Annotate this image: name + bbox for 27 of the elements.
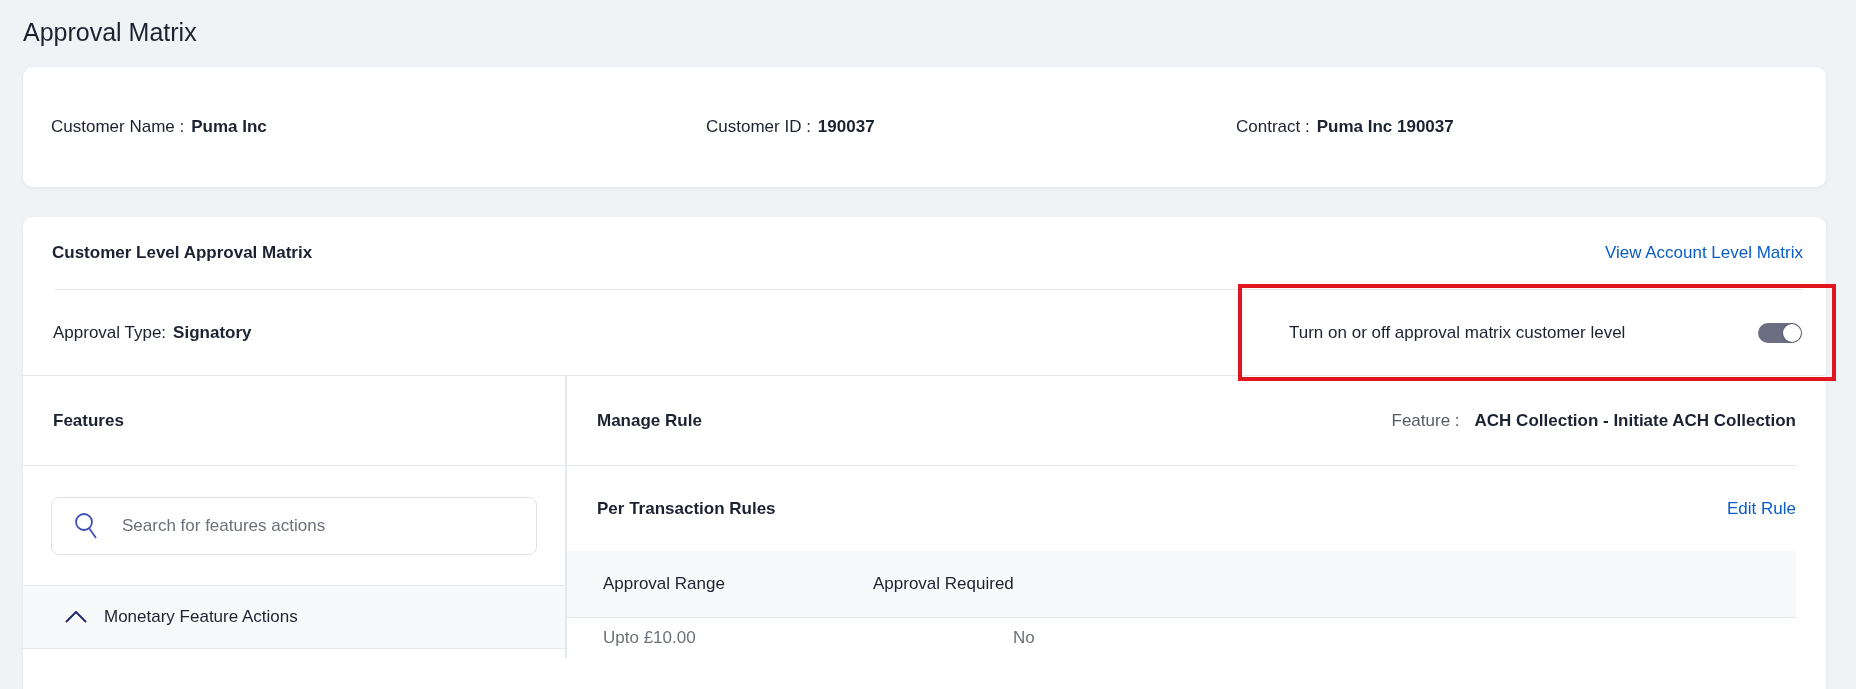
info-label: Customer ID :	[706, 117, 811, 137]
column-header: Approval Range	[602, 574, 726, 594]
feature-group-label: Monetary Feature Actions	[104, 607, 298, 627]
info-value: Puma Inc	[191, 117, 267, 137]
approval-type-value: Signatory	[173, 322, 252, 343]
view-account-level-matrix-link[interactable]: View Account Level Matrix	[1604, 243, 1803, 263]
manage-rule-title: Manage Rule	[597, 410, 702, 431]
page-title: Approval Matrix	[23, 17, 198, 48]
edit-rule-link[interactable]: Edit Rule	[1727, 498, 1796, 519]
feature-value: ACH Collection - Initiate ACH Collection	[1474, 410, 1796, 431]
info-label: Customer Name :	[51, 117, 185, 137]
table-cell-text: No	[1012, 628, 1035, 648]
toggle-label: Turn on or off approval matrix customer level	[1289, 322, 1626, 343]
toggle-switch[interactable]	[1758, 322, 1802, 343]
approval-type-label: Approval Type:	[53, 322, 167, 343]
info-label: Contract :	[1236, 117, 1310, 137]
features-title: Features	[53, 410, 124, 431]
info-value: 190037	[817, 117, 875, 137]
column-header: Approval Required	[873, 574, 1014, 594]
chevron-up-icon	[65, 611, 87, 623]
search-field[interactable]: Search for features actions	[51, 496, 537, 555]
feature-group-row[interactable]: Monetary Feature Actions	[23, 586, 565, 649]
section-title: Customer Level Approval Matrix	[52, 243, 313, 263]
table-cell-text: Upto £10.00	[602, 628, 697, 648]
feature-label: Feature :	[1391, 410, 1460, 431]
info-value: Puma Inc 190037	[1316, 117, 1454, 137]
per-transaction-rules-title: Per Transaction Rules	[597, 498, 776, 519]
